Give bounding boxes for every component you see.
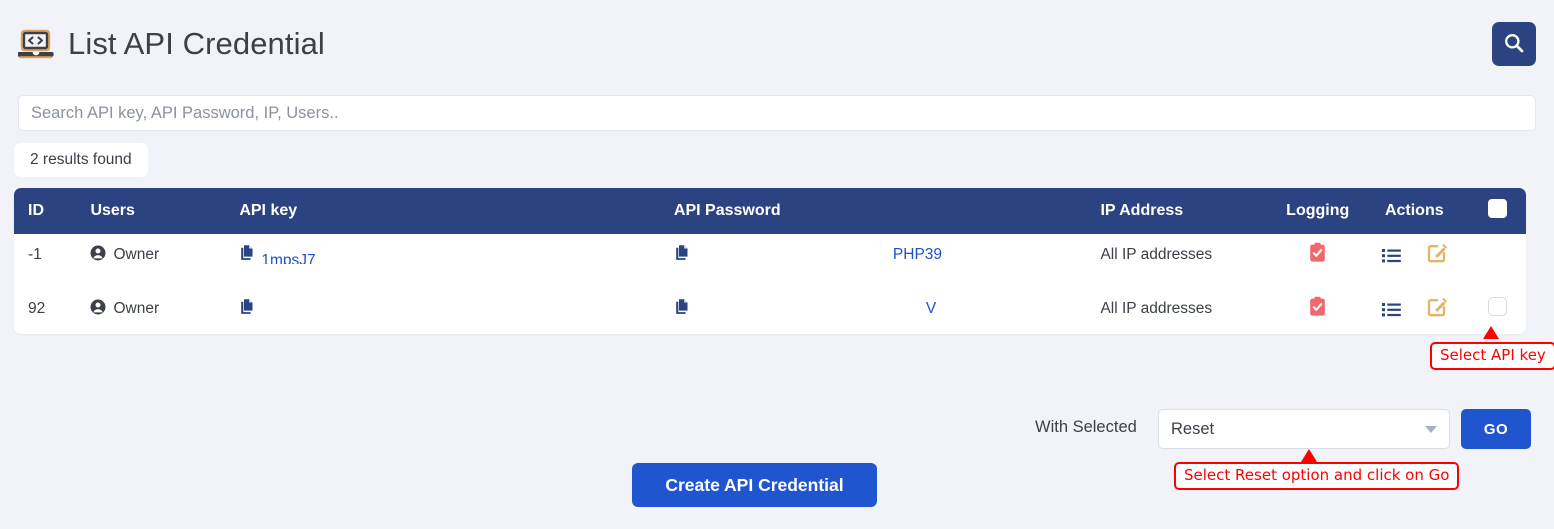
edit-pencil-icon[interactable] bbox=[1427, 297, 1447, 321]
clipboard-check-icon[interactable] bbox=[1308, 242, 1327, 267]
annotation-select-api-key: Select API key bbox=[1430, 342, 1554, 371]
bulk-action-selected-value: Reset bbox=[1171, 419, 1215, 438]
go-button[interactable]: GO bbox=[1461, 409, 1531, 449]
copy-icon[interactable] bbox=[239, 298, 255, 320]
cell-api-key bbox=[239, 284, 674, 334]
cell-logging bbox=[1276, 230, 1358, 280]
with-selected-label: With Selected bbox=[1035, 418, 1137, 436]
column-header-id: ID bbox=[14, 188, 91, 234]
cell-api-key: 1mpsJ7 bbox=[239, 230, 674, 280]
user-circle-icon bbox=[90, 245, 106, 266]
select-all-checkbox[interactable] bbox=[1488, 199, 1508, 218]
page-title-group: List API Credential bbox=[18, 26, 325, 62]
cell-actions bbox=[1359, 230, 1470, 280]
cell-user: Owner bbox=[90, 284, 239, 334]
laptop-code-icon bbox=[18, 28, 54, 60]
api-password-value[interactable]: PHP39 bbox=[893, 246, 942, 264]
annotation-select-reset: Select Reset option and click on Go bbox=[1174, 462, 1460, 491]
annotation-arrow-api-key bbox=[1483, 326, 1499, 339]
page-header: List API Credential bbox=[0, 0, 1554, 88]
column-header-select-all bbox=[1469, 188, 1526, 234]
column-header-logging: Logging bbox=[1276, 188, 1359, 234]
table-head: ID Users API key API Password IP Address… bbox=[14, 188, 1526, 234]
column-header-api-key: API key bbox=[239, 188, 674, 234]
cell-api-password: V bbox=[674, 284, 1101, 334]
edit-pencil-icon[interactable] bbox=[1427, 243, 1447, 267]
table-body: -1 Owner 1mpsJ7 PHP39 All IP addresses 9… bbox=[14, 234, 1526, 334]
copy-icon[interactable] bbox=[239, 244, 255, 266]
credentials-table: ID Users API key API Password IP Address… bbox=[14, 188, 1526, 334]
annotation-arrow-reset bbox=[1301, 449, 1317, 462]
column-header-api-password: API Password bbox=[673, 188, 1101, 234]
copy-icon[interactable] bbox=[674, 244, 690, 266]
table-row: -1 Owner 1mpsJ7 PHP39 All IP addresses bbox=[14, 234, 1526, 284]
search-input[interactable] bbox=[18, 95, 1536, 131]
table-header-row: ID Users API key API Password IP Address… bbox=[14, 188, 1526, 234]
table-row: 92 Owner V All IP addresses bbox=[14, 284, 1526, 334]
cell-id: -1 bbox=[28, 246, 42, 263]
cell-id: 92 bbox=[28, 300, 46, 317]
cell-logging bbox=[1276, 284, 1358, 334]
api-key-value[interactable]: 1mpsJ7 bbox=[261, 253, 315, 264]
list-icon[interactable] bbox=[1381, 248, 1405, 267]
cell-api-password: PHP39 bbox=[674, 230, 1101, 280]
row-select-checkbox[interactable] bbox=[1488, 297, 1508, 316]
results-count-badge: 2 results found bbox=[14, 143, 148, 177]
user-circle-icon bbox=[90, 299, 106, 320]
user-name: Owner bbox=[113, 300, 160, 317]
create-api-credential-button[interactable]: Create API Credential bbox=[632, 463, 877, 507]
column-header-ip-address: IP Address bbox=[1100, 188, 1277, 234]
cell-row-select bbox=[1470, 230, 1526, 280]
clipboard-check-icon[interactable] bbox=[1308, 296, 1327, 321]
search-icon bbox=[1503, 32, 1525, 57]
cell-actions bbox=[1359, 284, 1470, 334]
cell-user: Owner bbox=[90, 230, 239, 280]
credentials-table-container: ID Users API key API Password IP Address… bbox=[14, 188, 1526, 334]
chevron-down-icon bbox=[1425, 425, 1437, 433]
copy-icon[interactable] bbox=[674, 298, 690, 320]
column-header-users: Users bbox=[90, 188, 240, 234]
cell-ip-address: All IP addresses bbox=[1100, 300, 1213, 317]
api-password-value[interactable]: V bbox=[926, 300, 936, 318]
search-button[interactable] bbox=[1492, 22, 1536, 66]
list-icon[interactable] bbox=[1381, 302, 1405, 321]
user-name: Owner bbox=[113, 246, 160, 263]
column-header-actions: Actions bbox=[1358, 188, 1470, 234]
cell-ip-address: All IP addresses bbox=[1100, 246, 1213, 263]
api-credential-page: List API Credential 2 results found ID U… bbox=[0, 0, 1554, 529]
page-title: List API Credential bbox=[68, 26, 325, 61]
bulk-action-select[interactable]: Reset bbox=[1158, 409, 1450, 449]
